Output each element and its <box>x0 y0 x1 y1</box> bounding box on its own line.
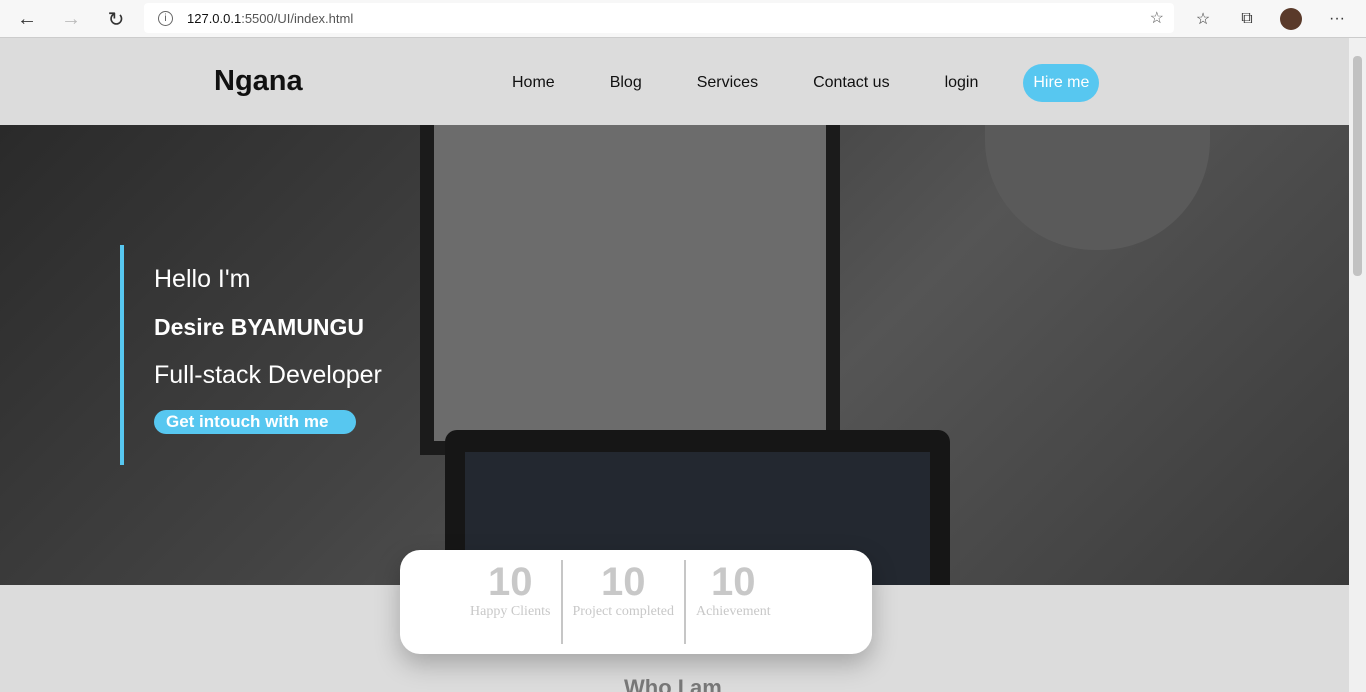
section-title: Who I am <box>624 675 722 692</box>
more-icon[interactable]: ··· <box>1324 6 1350 32</box>
stat-achievement: 10 Achievement <box>683 560 781 644</box>
nav-contact[interactable]: Contact us <box>813 65 889 101</box>
nav-services[interactable]: Services <box>697 65 758 101</box>
nav-login[interactable]: login <box>945 65 979 101</box>
stat-projects: 10 Project completed <box>560 560 684 644</box>
nav-home[interactable]: Home <box>512 65 555 101</box>
hero-greeting: Hello I'm <box>154 265 251 293</box>
stat-label: Project completed <box>572 604 674 619</box>
page: Ngana Home Blog Services Contact us logi… <box>0 38 1349 692</box>
favorites-icon[interactable]: ☆ <box>1190 6 1216 32</box>
stats-card: 10 Happy Clients 10 Project completed 10 Ac… <box>400 550 872 654</box>
nav-blog[interactable]: Blog <box>610 65 642 101</box>
stat-label: Achievement <box>695 604 771 619</box>
stat-happy-clients: 10 Happy Clients <box>460 560 561 644</box>
site-header: Ngana Home Blog Services Contact us logi… <box>0 38 1349 125</box>
favorite-add-icon[interactable]: ☆ <box>1150 8 1164 28</box>
hero-name: Desire BYAMUNGU <box>154 314 365 340</box>
logo[interactable]: Ngana <box>214 65 303 98</box>
scrollbar[interactable] <box>1349 38 1366 692</box>
scrollbar-thumb[interactable] <box>1353 56 1362 276</box>
stat-value: 10 <box>488 560 533 604</box>
stat-label: Happy Clients <box>470 604 551 619</box>
reload-icon[interactable]: ↻ <box>103 6 129 32</box>
url-host: 127.0.0.1 <box>187 10 242 26</box>
hire-me-button[interactable]: Hire me <box>1023 64 1100 102</box>
browser-toolbar: ← → ↻ i 127.0.0.1:5500/UI/index.html ☆ ☆… <box>0 0 1366 38</box>
hero-role: Full-stack Developer <box>154 361 382 389</box>
info-icon[interactable]: i <box>158 10 173 26</box>
hero-background-lamp <box>985 125 1210 250</box>
main-nav: Home Blog Services Contact us login Hire… <box>512 64 1154 102</box>
address-bar[interactable]: i 127.0.0.1:5500/UI/index.html ☆ <box>144 3 1174 33</box>
forward-icon[interactable]: → <box>58 6 84 32</box>
back-icon[interactable]: ← <box>14 6 40 32</box>
profile-avatar[interactable] <box>1280 8 1302 30</box>
stat-value: 10 <box>600 560 646 604</box>
stat-value: 10 <box>711 560 756 604</box>
collections-icon[interactable]: ⧉ <box>1234 6 1260 32</box>
hero-background-monitor <box>420 125 840 455</box>
hero-intro: Hello I'm Desire BYAMUNGU Full-stack Dev… <box>120 245 382 465</box>
url-path: :5500/UI/index.html <box>241 10 354 26</box>
hero-section: Hello I'm Desire BYAMUNGU Full-stack Dev… <box>0 125 1349 585</box>
get-in-touch-button[interactable]: Get intouch with me <box>154 410 357 434</box>
